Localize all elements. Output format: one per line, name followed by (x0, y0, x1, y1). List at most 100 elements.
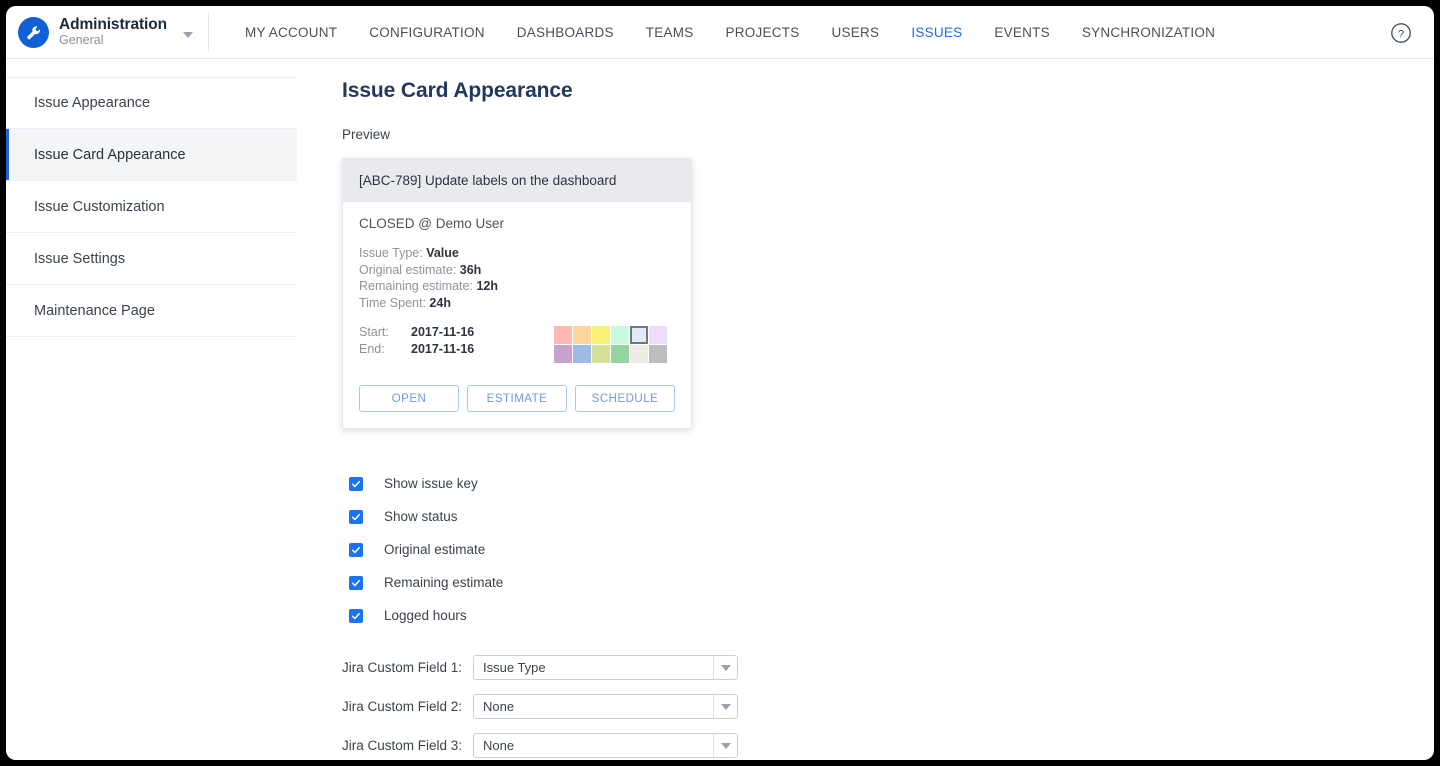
sidebar-item-issue-customization[interactable]: Issue Customization (6, 181, 297, 233)
custom-field-select-1[interactable]: Issue Type (473, 655, 738, 680)
issue-card-dates: Start: 2017-11-16 End: 2017-11-16 (359, 324, 474, 358)
main-content: Issue Card Appearance Preview [ABC-789] … (298, 59, 1434, 760)
issue-card-field-row: Remaining estimate: 12h (359, 278, 675, 295)
brand-menu[interactable]: Administration General (6, 6, 193, 58)
checkbox-show-issue-key[interactable] (349, 477, 363, 491)
svg-text:?: ? (1398, 28, 1404, 40)
custom-field-label-1: Jira Custom Field 1: (342, 660, 473, 675)
checkbox-logged-hours[interactable] (349, 609, 363, 623)
sidebar-item-label: Issue Settings (34, 251, 125, 267)
issue-card-actions: OPEN ESTIMATE SCHEDULE (359, 385, 675, 412)
field-key: Remaining estimate: (359, 279, 473, 293)
custom-field-select-1-value: Issue Type (474, 656, 713, 679)
checkbox-remaining-estimate[interactable] (349, 576, 363, 590)
option-row-show-issue-key: Show issue key (342, 467, 1434, 500)
color-swatch[interactable] (649, 326, 667, 344)
field-key: Time Spent: (359, 296, 426, 310)
color-swatch[interactable] (611, 345, 629, 363)
option-label: Show issue key (384, 476, 478, 491)
tab-synchronization[interactable]: SYNCHRONIZATION (1066, 25, 1231, 40)
issue-card-field-row: Time Spent: 24h (359, 295, 675, 312)
color-swatch[interactable] (630, 345, 648, 363)
tab-my-account[interactable]: MY ACCOUNT (229, 25, 353, 40)
brand-divider (208, 13, 209, 51)
wrench-icon (18, 17, 49, 48)
option-row-logged-hours: Logged hours (342, 599, 1434, 632)
chevron-down-icon[interactable] (713, 734, 737, 757)
color-swatch-palette[interactable] (554, 326, 667, 363)
option-row-show-status: Show status (342, 500, 1434, 533)
top-navigation-bar: Administration General MY ACCOUNT CONFIG… (6, 6, 1434, 59)
color-swatch[interactable] (592, 326, 610, 344)
custom-field-select-2-value: None (474, 695, 713, 718)
custom-field-row-1: Jira Custom Field 1: Issue Type (342, 648, 1434, 687)
sidebar-item-issue-settings[interactable]: Issue Settings (6, 233, 297, 285)
custom-fields-section: Jira Custom Field 1: Issue Type Jira Cus… (342, 648, 1434, 760)
color-swatch[interactable] (554, 345, 572, 363)
color-swatch[interactable] (592, 345, 610, 363)
chevron-down-icon[interactable] (713, 695, 737, 718)
field-value: 24h (429, 296, 451, 310)
chevron-down-icon[interactable] (183, 32, 193, 38)
tab-projects[interactable]: PROJECTS (710, 25, 816, 40)
sidebar-item-label: Issue Appearance (34, 95, 150, 111)
checkbox-show-status[interactable] (349, 510, 363, 524)
custom-field-select-2[interactable]: None (473, 694, 738, 719)
question-circle-icon[interactable]: ? (1390, 22, 1412, 44)
option-label: Logged hours (384, 608, 467, 623)
field-value: Value (426, 246, 459, 260)
color-swatch[interactable] (554, 326, 572, 344)
preview-label: Preview (342, 127, 1434, 142)
page-body: Issue Appearance Issue Card Appearance I… (6, 59, 1434, 760)
issue-card-body: CLOSED @ Demo User Issue Type: Value Ori… (343, 202, 691, 428)
open-button[interactable]: OPEN (359, 385, 459, 412)
date-key: End: (359, 341, 411, 358)
option-label: Show status (384, 509, 458, 524)
custom-field-label-2: Jira Custom Field 2: (342, 699, 473, 714)
issue-card-preview: [ABC-789] Update labels on the dashboard… (342, 158, 692, 429)
custom-field-label-3: Jira Custom Field 3: (342, 738, 473, 753)
brand-subtitle: General (59, 34, 167, 47)
custom-field-select-3-value: None (474, 734, 713, 757)
field-key: Issue Type: (359, 246, 423, 260)
tab-users[interactable]: USERS (816, 25, 896, 40)
tab-events[interactable]: EVENTS (978, 25, 1066, 40)
field-value: 12h (476, 279, 498, 293)
tab-dashboards[interactable]: DASHBOARDS (501, 25, 630, 40)
tab-configuration[interactable]: CONFIGURATION (353, 25, 501, 40)
option-label: Remaining estimate (384, 575, 503, 590)
issue-card-status: CLOSED @ Demo User (359, 216, 675, 231)
date-value: 2017-11-16 (411, 341, 474, 358)
sidebar-item-label: Issue Customization (34, 199, 165, 215)
issue-card-title: [ABC-789] Update labels on the dashboard (359, 173, 616, 188)
sidebar-item-label: Maintenance Page (34, 303, 155, 319)
sidebar-item-issue-card-appearance[interactable]: Issue Card Appearance (6, 129, 297, 181)
chevron-down-icon[interactable] (713, 656, 737, 679)
color-swatch-selected[interactable] (630, 326, 648, 344)
option-row-original-estimate: Original estimate (342, 533, 1434, 566)
sidebar-item-issue-appearance[interactable]: Issue Appearance (6, 77, 297, 129)
custom-field-row-3: Jira Custom Field 3: None (342, 726, 1434, 760)
color-swatch[interactable] (573, 326, 591, 344)
issue-card-fields: Issue Type: Value Original estimate: 36h… (359, 245, 675, 311)
estimate-button[interactable]: ESTIMATE (467, 385, 567, 412)
color-swatch[interactable] (611, 326, 629, 344)
tab-teams[interactable]: TEAMS (630, 25, 710, 40)
field-key: Original estimate: (359, 263, 456, 277)
issue-card-field-row: Issue Type: Value (359, 245, 675, 262)
custom-field-select-3[interactable]: None (473, 733, 738, 758)
display-options-list: Show issue key Show status Original esti… (342, 467, 1434, 632)
issue-card-field-row: Original estimate: 36h (359, 262, 675, 279)
brand-title: Administration (59, 17, 167, 33)
date-value: 2017-11-16 (411, 324, 474, 341)
option-label: Original estimate (384, 542, 485, 557)
schedule-button[interactable]: SCHEDULE (575, 385, 675, 412)
checkbox-original-estimate[interactable] (349, 543, 363, 557)
color-swatch[interactable] (649, 345, 667, 363)
issue-card-dates-and-colors: Start: 2017-11-16 End: 2017-11-16 (359, 324, 675, 363)
tab-issues[interactable]: ISSUES (895, 25, 978, 40)
color-swatch[interactable] (573, 345, 591, 363)
sidebar: Issue Appearance Issue Card Appearance I… (6, 59, 298, 760)
page-title: Issue Card Appearance (342, 79, 1434, 103)
sidebar-item-maintenance-page[interactable]: Maintenance Page (6, 285, 297, 337)
